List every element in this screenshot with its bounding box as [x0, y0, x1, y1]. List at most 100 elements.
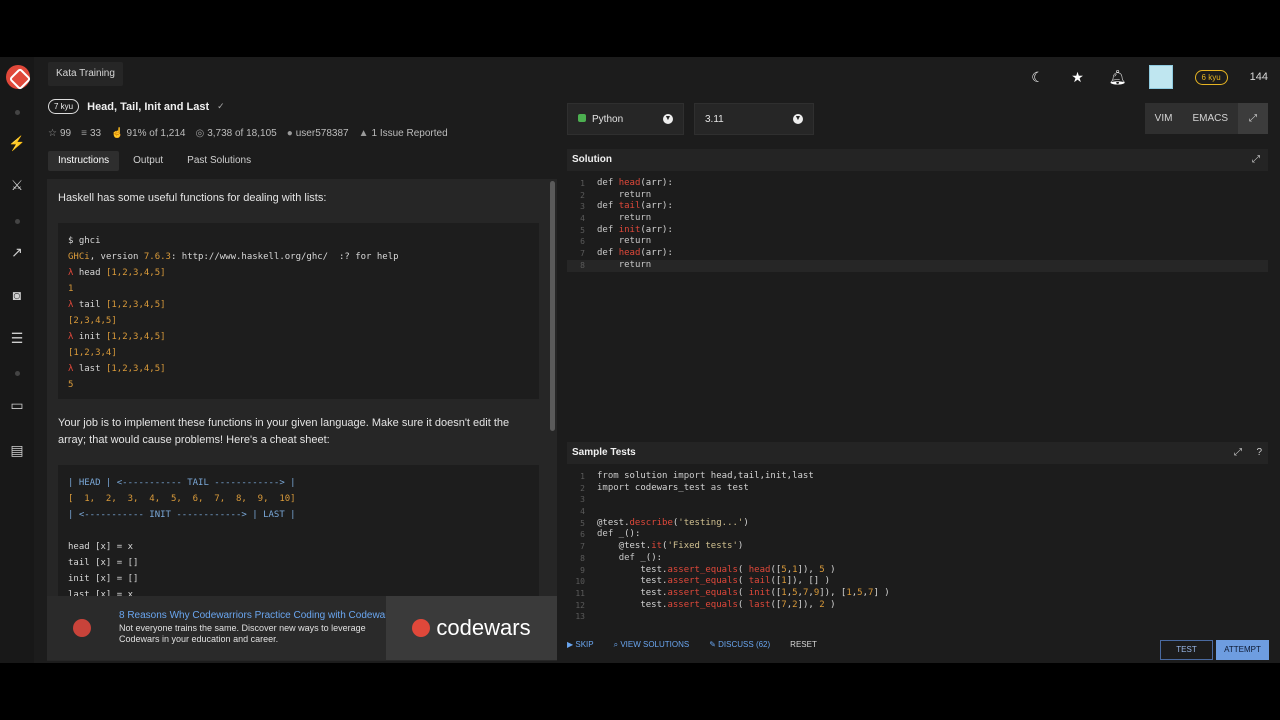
promo-description: Not everyone trains the same. Discover n…: [119, 623, 366, 644]
sample-tests-editor[interactable]: 1 from solution import head,tail,init,las…: [567, 467, 1268, 627]
issues-link[interactable]: ▲ 1 Issue Reported: [359, 128, 448, 139]
discuss-button[interactable]: ✎ DISCUSS (62): [709, 640, 770, 650]
author-link[interactable]: ● user578387: [287, 128, 349, 139]
code-line: GHCi, version 7.6.3: http://www.haskell.…: [68, 252, 399, 262]
code-line: λ init [1,2,3,4,5]: [68, 332, 166, 342]
line-number: 8: [580, 553, 585, 563]
line-number: 5: [580, 225, 585, 235]
instructions-scrollbar[interactable]: [550, 181, 555, 431]
separator-dot: [15, 110, 20, 115]
code-line: head [x] = x: [68, 542, 134, 552]
line-number: 3: [580, 495, 585, 505]
warning-icon: ▲: [358, 128, 369, 139]
code-line[interactable]: 5 def init(arr):: [567, 225, 1268, 237]
expand-icon[interactable]: ⤢: [1234, 442, 1242, 464]
check-icon: ✓: [217, 101, 225, 111]
version-select[interactable]: 3.11 ▼: [694, 103, 814, 135]
breadcrumb[interactable]: Kata Training: [48, 62, 123, 86]
line-number: 7: [580, 542, 585, 552]
practice-icon[interactable]: ⚔: [8, 176, 26, 194]
line-number: 12: [575, 600, 585, 610]
language-select[interactable]: Python ▼: [567, 103, 684, 135]
code-text: from solution import head,tail,init,last: [597, 471, 814, 481]
code-line[interactable]: 13: [567, 611, 1268, 623]
line-number: 2: [580, 483, 585, 493]
code-line[interactable]: 4 return: [567, 213, 1268, 225]
code-line[interactable]: 10 test.assert_equals( tail([1]), [] ): [567, 576, 1268, 588]
brand-name: codewars: [436, 615, 531, 640]
sample-tests-header: Sample Tests ⤢ ?: [567, 442, 1268, 464]
promo-banner[interactable]: 8 Reasons Why Codewarriors Practice Codi…: [47, 596, 557, 660]
honor-count: 144: [1249, 71, 1268, 83]
blog-icon[interactable]: ▤: [8, 441, 26, 459]
code-line[interactable]: 3: [567, 494, 1268, 506]
codewars-logo-icon: [73, 619, 91, 637]
moon-icon[interactable]: ☾: [1029, 68, 1047, 86]
ghci-code-block: $ ghci GHCi, version 7.6.3: http://www.h…: [58, 223, 539, 399]
help-icon[interactable]: ?: [1256, 442, 1262, 464]
code-line[interactable]: 8 def _():: [567, 553, 1268, 565]
separator-dot: [15, 219, 20, 224]
discord-icon[interactable]: ◙: [8, 286, 26, 304]
code-text: return: [618, 236, 652, 247]
code-line: 5: [68, 380, 74, 390]
code-line[interactable]: 1 from solution import head,tail,init,las…: [567, 471, 1268, 483]
vim-mode-button[interactable]: VIM: [1145, 103, 1183, 134]
code-line[interactable]: 2 import codewars_test as test: [567, 483, 1268, 495]
reset-button[interactable]: RESET: [790, 640, 817, 650]
target-icon: ◎: [195, 128, 205, 139]
test-button[interactable]: TEST: [1160, 640, 1213, 660]
codewars-logo-icon[interactable]: [6, 65, 30, 89]
code-line[interactable]: 11 test.assert_equals( init([1,5,7,9]), …: [567, 588, 1268, 600]
avatar[interactable]: [1148, 65, 1173, 89]
fullscreen-icon[interactable]: ⤢: [1238, 103, 1268, 134]
train-icon[interactable]: ⚡: [8, 134, 26, 152]
expand-icon[interactable]: ⤢: [1252, 149, 1260, 171]
chevron-down-icon: ▼: [663, 114, 673, 124]
code-line[interactable]: 12 test.assert_equals( last([7,2]), 2 ): [567, 600, 1268, 612]
code-text: test.assert_equals( last([7,2]), 2 ): [597, 599, 836, 610]
kata-title: Head, Tail, Init and Last: [87, 100, 210, 113]
code-line[interactable]: 5 @test.describe('testing...'): [567, 518, 1268, 530]
emacs-mode-button[interactable]: EMACS: [1182, 103, 1238, 134]
tab-past-solutions[interactable]: Past Solutions: [177, 151, 261, 171]
code-text: return: [618, 259, 652, 270]
tab-instructions[interactable]: Instructions: [48, 151, 120, 171]
thumbs-up-icon: ☝: [111, 128, 124, 139]
code-line: | <----------- INIT ------------> | LAST…: [68, 510, 296, 520]
code-line[interactable]: 1 def head(arr):: [567, 178, 1268, 190]
completed-stat: ◎ 3,738 of 18,105: [195, 128, 277, 139]
comment-icon: ✎: [709, 640, 719, 649]
solution-editor[interactable]: 1 def head(arr): 2 return 3 def tail(arr): 4 …: [567, 174, 1268, 431]
code-line[interactable]: 7 @test.it('Fixed tests'): [567, 541, 1268, 553]
bell-icon[interactable]: 🔔︎: [1109, 68, 1127, 86]
line-number: 3: [580, 202, 585, 212]
satisfaction-stat: ☝ 91% of 1,214: [111, 128, 186, 139]
attempt-button[interactable]: ATTEMPT: [1216, 640, 1269, 660]
docs-icon[interactable]: ▭: [8, 396, 26, 414]
stars-stat[interactable]: ☆ 99: [48, 128, 71, 139]
code-line[interactable]: 2 return: [567, 190, 1268, 202]
code-line[interactable]: 3 def tail(arr):: [567, 201, 1268, 213]
collections-stat[interactable]: ≡ 33: [81, 128, 101, 139]
code-line[interactable]: 6 def _():: [567, 529, 1268, 541]
chat-icon[interactable]: ☰: [8, 329, 26, 347]
code-line[interactable]: 6 return: [567, 236, 1268, 248]
code-text: test.assert_equals( tail([1]), [] ): [597, 576, 831, 587]
view-solutions-button[interactable]: ⌕ VIEW SOLUTIONS: [614, 640, 690, 650]
skip-button[interactable]: ▶ SKIP: [567, 640, 594, 650]
line-number: 13: [575, 612, 585, 622]
code-line[interactable]: 9 test.assert_equals( head([5,1]), 5 ): [567, 565, 1268, 577]
code-line[interactable]: 7 def head(arr):: [567, 248, 1268, 260]
code-line[interactable]: 4: [567, 506, 1268, 518]
bookmark-icon[interactable]: ★: [1069, 68, 1087, 86]
code-text: def head(arr):: [597, 178, 673, 188]
tab-output[interactable]: Output: [123, 151, 173, 171]
leaderboard-icon[interactable]: ↗: [8, 243, 26, 261]
code-line: λ head [1,2,3,4,5]: [68, 268, 166, 278]
code-text: def init(arr):: [597, 224, 673, 235]
promo-title[interactable]: 8 Reasons Why Codewarriors Practice Codi…: [119, 610, 394, 621]
line-number: 7: [580, 249, 585, 259]
code-line[interactable]: 8 return: [567, 259, 1268, 272]
